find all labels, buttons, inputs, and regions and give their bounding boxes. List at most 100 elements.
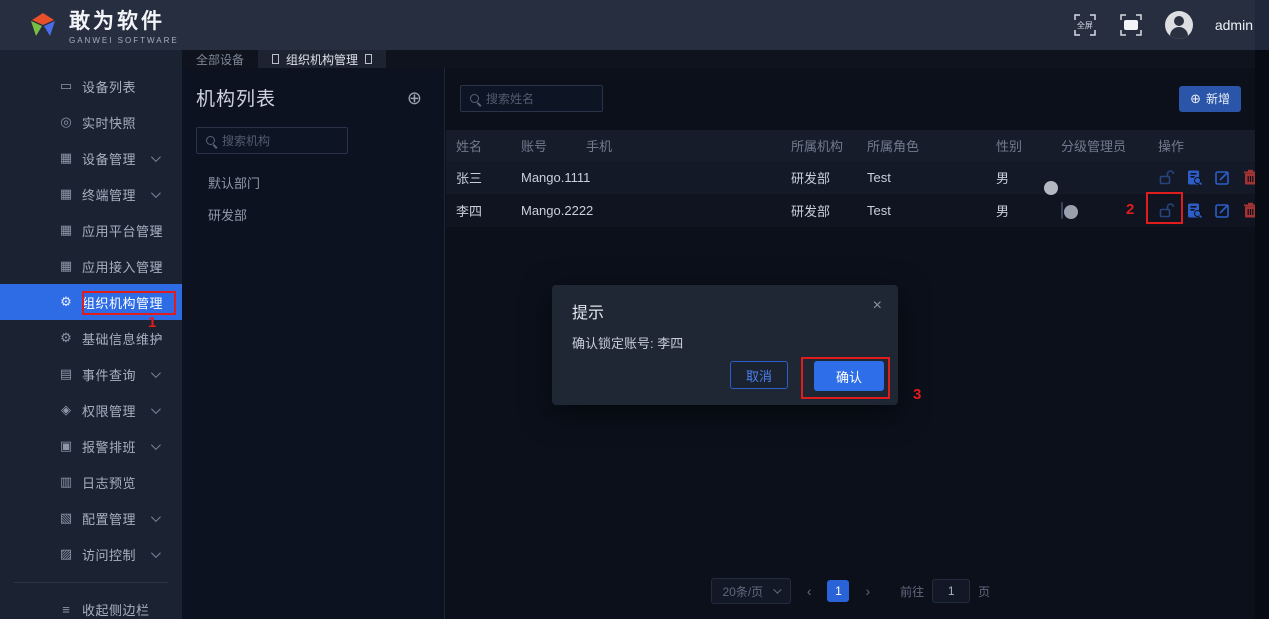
table-row: 张三 Mango.1111 研发部 Test 男 xyxy=(446,161,1257,195)
sidebar-item-app-platform-mgmt[interactable]: ▦ 应用平台管理 xyxy=(0,212,182,248)
app-window: 敢为软件 GANWEI SOFTWARE 全屏 admin ▭ 设备列表 ◎ 实… xyxy=(0,0,1269,619)
user-detail-icon[interactable] xyxy=(1186,169,1203,186)
tab-refresh-icon[interactable] xyxy=(272,54,280,64)
logo-subtitle: GANWEI SOFTWARE xyxy=(69,36,179,45)
cancel-button[interactable]: 取消 xyxy=(730,361,788,389)
tab-org-mgmt[interactable]: 组织机构管理 xyxy=(258,50,387,68)
shield-icon: ◈ xyxy=(61,402,71,417)
logo-mark-icon xyxy=(31,12,55,36)
grid-icon: ▦ xyxy=(59,258,73,273)
goto-page-input[interactable] xyxy=(932,579,971,603)
document-icon: ▤ xyxy=(59,366,73,381)
user-search-box[interactable] xyxy=(460,85,603,112)
lock-icon[interactable] xyxy=(1158,169,1175,186)
gear-icon: ⚙ xyxy=(60,330,72,345)
org-item-rd-dept[interactable]: 研发部 xyxy=(182,200,444,232)
grid-icon: ▦ xyxy=(59,186,73,201)
chevron-down-icon xyxy=(150,511,161,522)
page-number-1[interactable]: 1 xyxy=(827,580,850,602)
config-icon: ▧ xyxy=(59,510,73,525)
user-detail-icon[interactable] xyxy=(1186,202,1203,219)
collapse-sidebar-button[interactable]: ≡ 收起侧边栏 xyxy=(0,591,182,619)
admin-toggle[interactable] xyxy=(1061,202,1078,219)
sidebar-item-config-mgmt[interactable]: ▧ 配置管理 xyxy=(0,500,182,536)
scrollbar-track[interactable] xyxy=(1255,0,1269,619)
grid-icon: ▦ xyxy=(59,150,73,165)
chevron-down-icon xyxy=(150,403,161,414)
monitor-icon: ▭ xyxy=(59,78,73,93)
header-edge xyxy=(1255,0,1269,50)
lock-icon[interactable] xyxy=(1158,202,1175,219)
annotation-number-3: 3 xyxy=(913,386,922,403)
camera-icon: ◎ xyxy=(60,114,72,129)
cell-account: Mango.1111 xyxy=(521,170,591,185)
sidebar-item-permission-mgmt[interactable]: ◈ 权限管理 xyxy=(0,392,182,428)
access-icon: ▨ xyxy=(59,546,73,561)
log-icon: ▥ xyxy=(59,474,73,489)
cell-name: 张三 xyxy=(456,171,483,186)
tab-close-icon[interactable] xyxy=(365,54,373,64)
gear-icon: ⚙ xyxy=(60,294,72,309)
add-org-icon[interactable]: ⊕ xyxy=(407,89,422,107)
chevron-down-icon xyxy=(773,585,782,594)
plus-circle-icon: ⊕ xyxy=(1190,90,1201,106)
confirm-button[interactable]: 确认 xyxy=(814,361,884,391)
chevron-down-icon xyxy=(150,367,161,378)
pagination: 20条/页 ‹ 1 › 前往 页 xyxy=(446,578,1255,604)
cell-account: Mango.2222 xyxy=(521,203,594,218)
cell-gender: 男 xyxy=(996,204,1010,219)
annotation-number-1: 1 xyxy=(148,314,157,331)
screen-capture-icon[interactable] xyxy=(1119,13,1143,37)
table-header-row: 姓名 账号 手机 所属机构 所属角色 性别 分级管理员 操作 xyxy=(446,130,1255,161)
search-icon xyxy=(470,94,479,103)
page-size-select[interactable]: 20条/页 xyxy=(710,578,791,604)
user-avatar[interactable] xyxy=(1164,11,1193,39)
sidebar-item-realtime-snapshot[interactable]: ◎ 实时快照 xyxy=(0,104,182,140)
app-header: 敢为软件 GANWEI SOFTWARE 全屏 admin xyxy=(0,0,1269,50)
next-page-button[interactable]: › xyxy=(857,583,878,599)
org-search-box[interactable] xyxy=(196,127,348,154)
org-panel-title: 机构列表 xyxy=(196,89,277,110)
sidebar-item-app-access-mgmt[interactable]: ▦ 应用接入管理 xyxy=(0,248,182,284)
logo: 敢为软件 GANWEI SOFTWARE xyxy=(0,5,179,45)
sidebar-item-device-list[interactable]: ▭ 设备列表 xyxy=(0,68,182,104)
goto-label: 前往 xyxy=(900,584,925,599)
confirm-dialog: 提示 × 确认锁定账号: 李四 取消 确认 xyxy=(552,285,898,405)
cell-role: Test xyxy=(867,170,891,185)
org-search-input[interactable] xyxy=(222,133,322,148)
org-item-default-dept[interactable]: 默认部门 xyxy=(182,168,444,200)
dialog-title: 提示 xyxy=(572,305,605,322)
annotation-number-2: 2 xyxy=(1126,201,1135,218)
sidebar-item-access-control[interactable]: ▨ 访问控制 xyxy=(0,536,182,572)
sidebar-item-alarm-schedule[interactable]: ▣ 报警排班 xyxy=(0,428,182,464)
sidebar-item-terminal-mgmt[interactable]: ▦ 终端管理 xyxy=(0,176,182,212)
cell-org: 研发部 xyxy=(791,204,831,219)
page-unit-label: 页 xyxy=(978,584,991,599)
tab-bar: 全部设备 组织机构管理 xyxy=(182,50,1269,68)
close-icon[interactable]: × xyxy=(873,297,882,315)
sidebar-divider xyxy=(14,582,168,583)
search-icon xyxy=(206,136,215,145)
edit-icon[interactable] xyxy=(1214,202,1231,219)
fullscreen-icon[interactable]: 全屏 xyxy=(1073,13,1097,37)
chevron-down-icon xyxy=(150,439,161,450)
user-search-input[interactable] xyxy=(486,91,586,106)
cell-name: 李四 xyxy=(456,204,483,219)
calendar-icon: ▣ xyxy=(59,438,73,453)
chevron-down-icon xyxy=(150,547,161,558)
grid-icon: ▦ xyxy=(59,222,73,237)
dialog-message: 确认锁定账号: 李四 xyxy=(572,336,684,351)
tab-all-devices[interactable]: 全部设备 xyxy=(182,50,258,68)
edit-icon[interactable] xyxy=(1214,169,1231,186)
collapse-sidebar-icon: ≡ xyxy=(62,601,70,617)
add-user-button[interactable]: ⊕ 新增 xyxy=(1179,85,1241,112)
username-label[interactable]: admin xyxy=(1215,17,1253,33)
chevron-down-icon xyxy=(150,151,161,162)
sidebar-item-log-preview[interactable]: ▥ 日志预览 xyxy=(0,464,182,500)
sidebar-item-device-mgmt[interactable]: ▦ 设备管理 xyxy=(0,140,182,176)
org-list-panel: 机构列表 ⊕ 默认部门 研发部 xyxy=(182,68,445,619)
logo-title: 敢为软件 xyxy=(69,10,165,33)
sidebar-item-event-query[interactable]: ▤ 事件查询 xyxy=(0,356,182,392)
prev-page-button[interactable]: ‹ xyxy=(799,583,820,599)
sidebar-nav: ▭ 设备列表 ◎ 实时快照 ▦ 设备管理 ▦ 终端管理 ▦ 应用平台管理 ▦ 应… xyxy=(0,50,182,619)
